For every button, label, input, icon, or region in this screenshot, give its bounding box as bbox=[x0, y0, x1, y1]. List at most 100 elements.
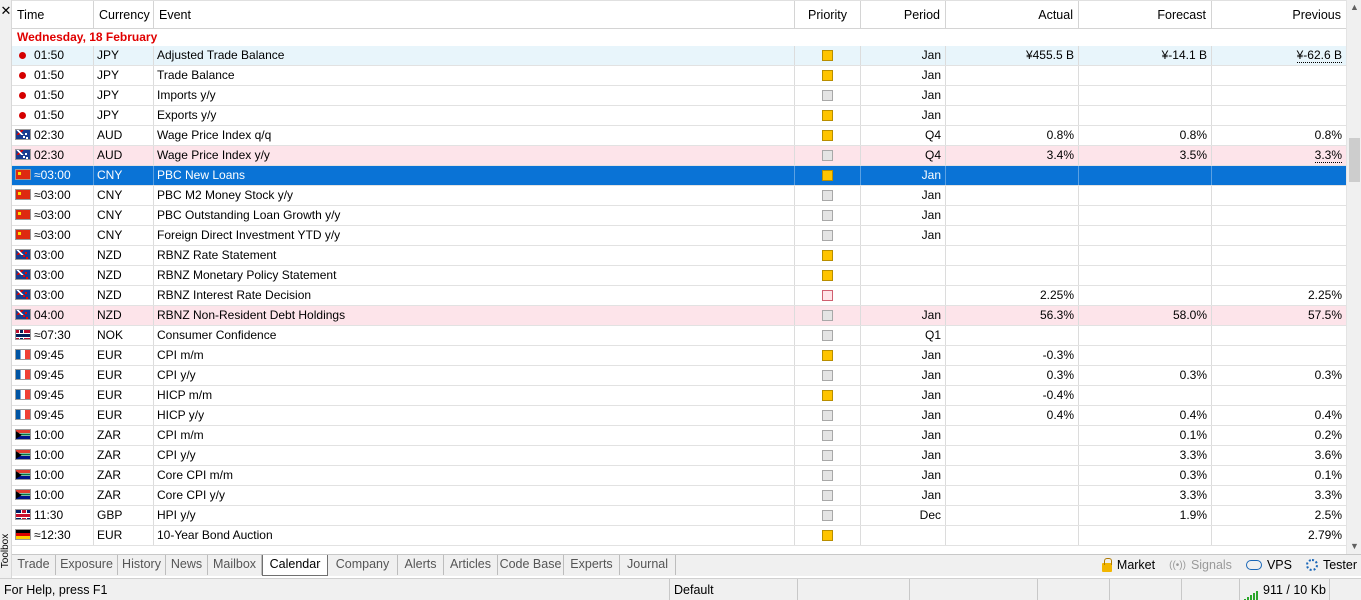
tab-articles[interactable]: Articles bbox=[444, 555, 498, 575]
cell-time: 02:30 bbox=[12, 146, 94, 165]
column-header-previous[interactable]: Previous bbox=[1212, 1, 1346, 29]
column-header-event[interactable]: Event bbox=[154, 1, 795, 29]
table-row[interactable]: 01:50 JPY Exports y/y Jan bbox=[12, 106, 1346, 126]
signals-button[interactable]: ((•)) Signals bbox=[1169, 558, 1232, 572]
cell-forecast: ¥-14.1 B bbox=[1079, 46, 1212, 65]
priority-icon bbox=[822, 250, 833, 261]
column-header-period[interactable]: Period bbox=[861, 1, 946, 29]
table-row[interactable]: 09:45 EUR HICP y/y Jan 0.4% 0.4% 0.4% bbox=[12, 406, 1346, 426]
table-row[interactable]: 11:30 GBP HPI y/y Dec 1.9% 2.5% bbox=[12, 506, 1346, 526]
tab-trade[interactable]: Trade bbox=[12, 555, 56, 575]
cell-time: 10:00 bbox=[12, 426, 94, 445]
cell-actual bbox=[946, 506, 1079, 525]
tab-company[interactable]: Company bbox=[328, 555, 398, 575]
cell-period: Jan bbox=[861, 186, 946, 205]
cell-time: 02:30 bbox=[12, 126, 94, 145]
time-value: 09:45 bbox=[34, 368, 65, 382]
priority-icon bbox=[822, 210, 833, 221]
table-row[interactable]: 01:50 JPY Trade Balance Jan bbox=[12, 66, 1346, 86]
cell-forecast bbox=[1079, 86, 1212, 105]
cell-period: Q1 bbox=[861, 326, 946, 345]
time-value: ≈03:00 bbox=[34, 188, 71, 202]
column-header-forecast[interactable]: Forecast bbox=[1079, 1, 1212, 29]
japan-flag-icon bbox=[19, 92, 26, 99]
cell-previous: 2.25% bbox=[1212, 286, 1346, 305]
status-profile[interactable]: Default bbox=[670, 579, 798, 600]
tab-history[interactable]: History bbox=[118, 555, 166, 575]
table-row[interactable]: 10:00 ZAR CPI m/m Jan 0.1% 0.2% bbox=[12, 426, 1346, 446]
tab-alerts[interactable]: Alerts bbox=[398, 555, 444, 575]
table-row[interactable]: 02:30 AUD Wage Price Index y/y Q4 3.4% 3… bbox=[12, 146, 1346, 166]
cell-period: Jan bbox=[861, 366, 946, 385]
table-row[interactable]: ≈03:00 CNY Foreign Direct Investment YTD… bbox=[12, 226, 1346, 246]
cell-period: Jan bbox=[861, 206, 946, 225]
tab-calendar[interactable]: Calendar bbox=[262, 555, 328, 576]
table-row[interactable]: ≈07:30 NOK Consumer Confidence Q1 bbox=[12, 326, 1346, 346]
japan-flag-icon bbox=[19, 72, 26, 79]
table-row[interactable]: ≈03:00 CNY PBC Outstanding Loan Growth y… bbox=[12, 206, 1346, 226]
table-row[interactable]: 03:00 NZD RBNZ Interest Rate Decision 2.… bbox=[12, 286, 1346, 306]
table-row[interactable]: 01:50 JPY Imports y/y Jan bbox=[12, 86, 1346, 106]
cell-time: 01:50 bbox=[12, 66, 94, 85]
table-row[interactable]: 03:00 NZD RBNZ Monetary Policy Statement bbox=[12, 266, 1346, 286]
cell-actual bbox=[946, 206, 1079, 225]
scroll-down-icon[interactable]: ▼ bbox=[1347, 539, 1361, 554]
table-row[interactable]: ≈12:30 EUR 10-Year Bond Auction 2.79% bbox=[12, 526, 1346, 546]
cell-priority bbox=[795, 286, 861, 305]
close-icon[interactable]: ✕ bbox=[0, 4, 12, 18]
table-row[interactable]: 03:00 NZD RBNZ Rate Statement bbox=[12, 246, 1346, 266]
status-connection[interactable]: 911 / 10 Kb bbox=[1240, 579, 1330, 600]
table-row[interactable]: 09:45 EUR HICP m/m Jan -0.4% bbox=[12, 386, 1346, 406]
cell-previous bbox=[1212, 246, 1346, 265]
column-header-time[interactable]: Time bbox=[12, 1, 94, 29]
vertical-scrollbar[interactable]: ▲ ▼ bbox=[1346, 0, 1361, 554]
previous-value: 2.79% bbox=[1307, 528, 1342, 542]
cell-period: Jan bbox=[861, 166, 946, 185]
tab-news[interactable]: News bbox=[166, 555, 208, 575]
status-blank-4 bbox=[1110, 579, 1182, 600]
cell-event: RBNZ Non-Resident Debt Holdings bbox=[154, 306, 795, 325]
column-header-actual[interactable]: Actual bbox=[946, 1, 1079, 29]
cell-currency: JPY bbox=[94, 66, 154, 85]
previous-value: 2.25% bbox=[1307, 288, 1342, 302]
tab-mailbox[interactable]: Mailbox bbox=[208, 555, 262, 575]
cell-time: 09:45 bbox=[12, 366, 94, 385]
table-row[interactable]: ≈03:00 CNY PBC M2 Money Stock y/y Jan bbox=[12, 186, 1346, 206]
cell-previous bbox=[1212, 346, 1346, 365]
table-row[interactable]: 04:00 NZD RBNZ Non-Resident Debt Holding… bbox=[12, 306, 1346, 326]
time-value: 01:50 bbox=[34, 68, 65, 82]
cny-flag-icon bbox=[15, 169, 31, 180]
cell-currency: EUR bbox=[94, 346, 154, 365]
vps-button[interactable]: VPS bbox=[1245, 558, 1292, 572]
market-button[interactable]: Market bbox=[1101, 557, 1155, 572]
table-row[interactable]: 09:45 EUR CPI m/m Jan -0.3% bbox=[12, 346, 1346, 366]
cell-priority bbox=[795, 86, 861, 105]
cell-event: Wage Price Index q/q bbox=[154, 126, 795, 145]
cell-time: ≈07:30 bbox=[12, 326, 94, 345]
column-header-currency[interactable]: Currency bbox=[94, 1, 154, 29]
cell-priority bbox=[795, 526, 861, 545]
cell-forecast: 3.3% bbox=[1079, 486, 1212, 505]
priority-icon bbox=[822, 470, 833, 481]
tab-journal[interactable]: Journal bbox=[620, 555, 676, 575]
table-row[interactable]: 02:30 AUD Wage Price Index q/q Q4 0.8% 0… bbox=[12, 126, 1346, 146]
cell-actual bbox=[946, 166, 1079, 185]
cell-previous bbox=[1212, 86, 1346, 105]
table-row[interactable]: ≈03:00 CNY PBC New Loans Jan bbox=[12, 166, 1346, 186]
cell-priority bbox=[795, 226, 861, 245]
table-row[interactable]: 01:50 JPY Adjusted Trade Balance Jan ¥45… bbox=[12, 46, 1346, 66]
tab-code-base[interactable]: Code Base bbox=[498, 555, 564, 575]
time-value: 04:00 bbox=[34, 308, 65, 322]
column-header-priority[interactable]: Priority bbox=[795, 1, 861, 29]
cell-priority bbox=[795, 306, 861, 325]
table-row[interactable]: 10:00 ZAR CPI y/y Jan 3.3% 3.6% bbox=[12, 446, 1346, 466]
table-row[interactable]: 09:45 EUR CPI y/y Jan 0.3% 0.3% 0.3% bbox=[12, 366, 1346, 386]
status-bar: For Help, press F1 Default 911 / 10 Kb bbox=[0, 578, 1361, 600]
table-row[interactable]: 10:00 ZAR Core CPI y/y Jan 3.3% 3.3% bbox=[12, 486, 1346, 506]
table-row[interactable]: 10:00 ZAR Core CPI m/m Jan 0.3% 0.1% bbox=[12, 466, 1346, 486]
tab-exposure[interactable]: Exposure bbox=[56, 555, 118, 575]
scrollbar-thumb[interactable] bbox=[1349, 138, 1360, 182]
tab-experts[interactable]: Experts bbox=[564, 555, 620, 575]
tester-button[interactable]: Tester bbox=[1305, 558, 1357, 572]
scroll-up-icon[interactable]: ▲ bbox=[1347, 0, 1361, 15]
